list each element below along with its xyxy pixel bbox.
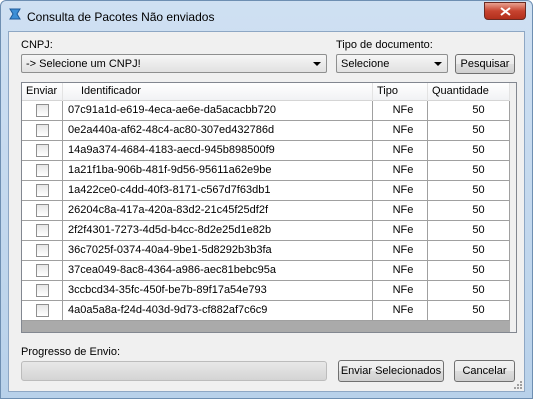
cnpj-select[interactable]: -> Selecione um CNPJ! — [21, 54, 327, 73]
close-icon — [500, 7, 511, 16]
grid-rows: 07c91a1d-e619-4eca-ae6e-da5acacbb720 NFe 5… — [22, 101, 516, 321]
tipo-documento-select[interactable]: Selecione — [336, 54, 448, 73]
identificador-cell: 37cea049-8ac8-4364-a986-aec81bebc95a — [63, 261, 373, 280]
close-button[interactable] — [484, 2, 526, 20]
enviar-cell — [22, 181, 63, 200]
enviar-checkbox[interactable] — [36, 124, 49, 137]
enviar-cell — [22, 241, 63, 260]
tipo-cell: NFe — [373, 121, 428, 140]
enviar-checkbox[interactable] — [36, 264, 49, 277]
enviar-cell — [22, 141, 63, 160]
table-row[interactable]: 4a0a5a8a-f24d-403d-9d73-cf882af7c6c9 NFe 5… — [22, 301, 516, 321]
quantidade-cell: 50 — [428, 181, 510, 200]
table-row[interactable]: 26204c8a-417a-420a-83d2-21c45f25df2f NFe 5… — [22, 201, 516, 221]
tipo-cell: NFe — [373, 221, 428, 240]
client-area: CNPJ: -> Selecione um CNPJ! Tipo de docu… — [8, 31, 525, 392]
enviar-cell — [22, 161, 63, 180]
enviar-checkbox[interactable] — [36, 104, 49, 117]
table-row[interactable]: 2f2f4301-7273-4d5d-b4cc-8d2e25d1e82b NFe 5… — [22, 221, 516, 241]
identificador-cell: 26204c8a-417a-420a-83d2-21c45f25df2f — [63, 201, 373, 220]
tipo-cell: NFe — [373, 141, 428, 160]
identificador-cell: 3ccbcd34-35fc-450f-be7b-89f17a54e793 — [63, 281, 373, 300]
column-header-tipo[interactable]: Tipo — [373, 83, 428, 101]
vertical-scrollbar[interactable] — [510, 83, 516, 332]
progress-bar — [21, 361, 327, 381]
table-row[interactable]: 36c7025f-0374-40a4-9be1-5d8292b3b3fa NFe 5… — [22, 241, 516, 261]
progresso-label: Progresso de Envio: — [21, 346, 121, 358]
identificador-cell: 14a9a374-4684-4183-aecd-945b898500f9 — [63, 141, 373, 160]
quantidade-cell: 50 — [428, 221, 510, 240]
table-row[interactable]: 14a9a374-4684-4183-aecd-945b898500f9 NFe 5… — [22, 141, 516, 161]
cancelar-button[interactable]: Cancelar — [454, 360, 515, 382]
enviar-cell — [22, 101, 63, 120]
pacotes-grid: Enviar Identificador Tipo Quantidade 07c… — [21, 82, 517, 333]
enviar-cell — [22, 301, 63, 320]
enviar-cell — [22, 261, 63, 280]
cnpj-label: CNPJ: — [21, 39, 53, 51]
chevron-down-icon — [434, 62, 442, 66]
identificador-cell: 4a0a5a8a-f24d-403d-9d73-cf882af7c6c9 — [63, 301, 373, 320]
cnpj-select-value: -> Selecione um CNPJ! — [26, 58, 141, 70]
enviar-cell — [22, 221, 63, 240]
quantidade-cell: 50 — [428, 261, 510, 280]
tipo-cell: NFe — [373, 301, 428, 320]
main-window: Consulta de Pacotes Não enviados CNPJ: -… — [0, 0, 533, 399]
identificador-cell: 0e2a440a-af62-48c4-ac80-307ed432786d — [63, 121, 373, 140]
table-row[interactable]: 0e2a440a-af62-48c4-ac80-307ed432786d NFe 5… — [22, 121, 516, 141]
column-header-identificador[interactable]: Identificador — [63, 83, 373, 101]
quantidade-cell: 50 — [428, 101, 510, 120]
enviar-checkbox[interactable] — [36, 304, 49, 317]
tipo-documento-label: Tipo de documento: — [336, 39, 433, 51]
tipo-cell: NFe — [373, 281, 428, 300]
enviar-checkbox[interactable] — [36, 184, 49, 197]
identificador-cell: 1a21f1ba-906b-481f-9d56-95611a62e9be — [63, 161, 373, 180]
quantidade-cell: 50 — [428, 201, 510, 220]
column-header-quantidade[interactable]: Quantidade — [428, 83, 510, 101]
resize-grip-icon[interactable] — [512, 379, 522, 389]
tipo-cell: NFe — [373, 201, 428, 220]
chevron-down-icon — [313, 62, 321, 66]
enviar-checkbox[interactable] — [36, 204, 49, 217]
enviar-checkbox[interactable] — [36, 244, 49, 257]
identificador-cell: 07c91a1d-e619-4eca-ae6e-da5acacbb720 — [63, 101, 373, 120]
tipo-cell: NFe — [373, 261, 428, 280]
tipo-cell: NFe — [373, 161, 428, 180]
pesquisar-button[interactable]: Pesquisar — [455, 54, 515, 74]
table-row[interactable]: 1a422ce0-c4dd-40f3-8171-c567d7f63db1 NFe 5… — [22, 181, 516, 201]
tipo-cell: NFe — [373, 101, 428, 120]
title-bar: Consulta de Pacotes Não enviados — [1, 1, 532, 31]
quantidade-cell: 50 — [428, 141, 510, 160]
quantidade-cell: 50 — [428, 161, 510, 180]
tipo-cell: NFe — [373, 181, 428, 200]
enviar-checkbox[interactable] — [36, 164, 49, 177]
enviar-checkbox[interactable] — [36, 224, 49, 237]
enviar-checkbox[interactable] — [36, 284, 49, 297]
enviar-cell — [22, 281, 63, 300]
app-icon — [9, 8, 21, 20]
table-row[interactable]: 07c91a1d-e619-4eca-ae6e-da5acacbb720 NFe 5… — [22, 101, 516, 121]
quantidade-cell: 50 — [428, 301, 510, 320]
enviar-checkbox[interactable] — [36, 144, 49, 157]
table-row[interactable]: 3ccbcd34-35fc-450f-be7b-89f17a54e793 NFe 5… — [22, 281, 516, 301]
enviar-cell — [22, 121, 63, 140]
enviar-cell — [22, 201, 63, 220]
enviar-selecionados-button[interactable]: Enviar Selecionados — [338, 360, 444, 382]
tipo-cell: NFe — [373, 241, 428, 260]
quantidade-cell: 50 — [428, 241, 510, 260]
table-row[interactable]: 37cea049-8ac8-4364-a986-aec81bebc95a NFe 5… — [22, 261, 516, 281]
column-header-enviar[interactable]: Enviar — [22, 83, 63, 101]
tipo-documento-select-value: Selecione — [341, 58, 390, 70]
quantidade-cell: 50 — [428, 121, 510, 140]
identificador-cell: 36c7025f-0374-40a4-9be1-5d8292b3b3fa — [63, 241, 373, 260]
table-row[interactable]: 1a21f1ba-906b-481f-9d56-95611a62e9be NFe 5… — [22, 161, 516, 181]
quantidade-cell: 50 — [428, 281, 510, 300]
identificador-cell: 2f2f4301-7273-4d5d-b4cc-8d2e25d1e82b — [63, 221, 373, 240]
grid-header: Enviar Identificador Tipo Quantidade — [22, 83, 516, 101]
window-title: Consulta de Pacotes Não enviados — [27, 10, 215, 24]
identificador-cell: 1a422ce0-c4dd-40f3-8171-c567d7f63db1 — [63, 181, 373, 200]
